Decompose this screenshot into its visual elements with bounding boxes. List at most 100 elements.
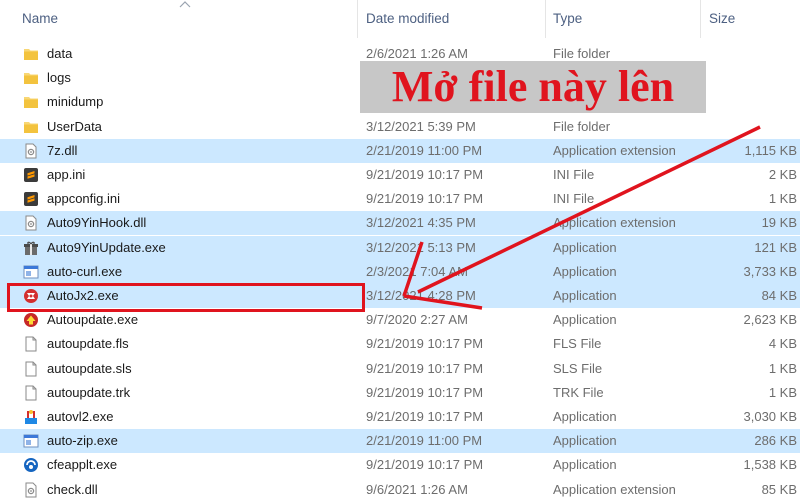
file-size: 2,623 KB bbox=[743, 312, 798, 328]
file-size: 1,538 KB bbox=[743, 457, 798, 473]
column-header-type[interactable]: Type bbox=[553, 0, 582, 38]
file-date-modified: 3/12/2021 5:39 PM bbox=[366, 118, 476, 134]
autovl-icon bbox=[23, 409, 39, 425]
file-size: 286 KB bbox=[754, 433, 797, 449]
file-date-modified: 2/3/2021 7:04 AM bbox=[366, 263, 468, 279]
column-divider[interactable] bbox=[700, 0, 701, 38]
file-type: Application extension bbox=[553, 481, 676, 497]
file-name: 7z.dll bbox=[47, 142, 78, 158]
file-date-modified: 9/21/2019 10:17 PM bbox=[366, 457, 484, 473]
folder-icon bbox=[23, 94, 39, 110]
file-date-modified: 2/21/2019 11:00 PM bbox=[366, 142, 483, 158]
file-name: Auto9YinHook.dll bbox=[47, 215, 147, 231]
file-date-modified: 3/12/2021 4:28 PM bbox=[366, 288, 476, 303]
folder-icon bbox=[23, 119, 39, 135]
column-header-name[interactable]: Name bbox=[22, 0, 58, 38]
column-header-size[interactable]: Size bbox=[709, 0, 735, 38]
file-type: Application bbox=[553, 433, 617, 449]
file-size: 1 KB bbox=[768, 384, 797, 400]
file-size: 3,733 KB bbox=[743, 263, 798, 279]
folder-icon bbox=[23, 46, 39, 62]
file-type: File folder bbox=[553, 118, 611, 134]
file-size: 1 KB bbox=[768, 360, 797, 376]
file-row[interactable]: Auto9YinUpdate.exe 3/12/2021 5:13 PM App… bbox=[0, 235, 800, 260]
file-type: Application bbox=[553, 239, 617, 255]
file-row[interactable]: check.dll 9/6/2021 1:26 AM Application e… bbox=[0, 478, 800, 502]
column-divider[interactable] bbox=[545, 0, 546, 38]
file-row[interactable]: Auto9YinHook.dll 3/12/2021 4:35 PM Appli… bbox=[0, 211, 800, 236]
file-type: INI File bbox=[553, 191, 595, 207]
file-date-modified: 3/12/2021 4:35 PM bbox=[366, 215, 476, 231]
file-name: auto-zip.exe bbox=[47, 433, 118, 449]
file-size: 3,030 KB bbox=[743, 409, 798, 424]
file-name: app.ini bbox=[47, 167, 86, 182]
sublime-icon bbox=[23, 167, 39, 183]
dll-icon bbox=[23, 482, 39, 498]
file-type: Application bbox=[553, 288, 617, 303]
file-type: Application extension bbox=[553, 215, 676, 231]
sublime-icon bbox=[23, 191, 39, 207]
file-date-modified: 9/7/2020 2:27 AM bbox=[366, 312, 468, 328]
file-date-modified: 9/21/2019 10:17 PM bbox=[366, 360, 484, 376]
file-row[interactable]: autoupdate.trk 9/21/2019 10:17 PM TRK Fi… bbox=[0, 381, 800, 405]
file-type: Application bbox=[553, 457, 617, 473]
file-size: 85 KB bbox=[761, 481, 797, 497]
file-row[interactable]: autoupdate.fls 9/21/2019 10:17 PM FLS Fi… bbox=[0, 332, 800, 356]
file-name: minidump bbox=[47, 94, 104, 110]
file-size: 121 KB bbox=[754, 239, 797, 255]
folder-icon bbox=[23, 70, 39, 86]
file-date-modified: 3/12/2021 5:13 PM bbox=[366, 239, 476, 255]
file-row[interactable]: autoupdate.sls 9/21/2019 10:17 PM SLS Fi… bbox=[0, 357, 800, 381]
annotation-label: Mở file này lên bbox=[391, 62, 675, 111]
gift-icon bbox=[23, 240, 39, 256]
blank-file-icon bbox=[23, 385, 39, 401]
sort-ascending-icon[interactable] bbox=[179, 0, 191, 8]
file-type: Application extension bbox=[553, 142, 676, 158]
file-date-modified: 2/21/2019 11:00 PM bbox=[366, 433, 483, 449]
file-size: 1 KB bbox=[768, 191, 797, 207]
file-row[interactable]: 7z.dll 2/21/2019 11:00 PM Application ex… bbox=[0, 138, 800, 163]
file-type: INI File bbox=[553, 167, 595, 182]
file-type: Application bbox=[553, 263, 617, 279]
file-row[interactable]: UserData 3/12/2021 5:39 PM File folder bbox=[0, 115, 800, 139]
file-date-modified: 9/6/2021 1:26 AM bbox=[366, 481, 468, 497]
file-row[interactable]: cfeapplt.exe 9/21/2019 10:17 PM Applicat… bbox=[0, 453, 800, 477]
column-header-bar: Name Date modified Type Size bbox=[0, 0, 800, 38]
file-date-modified: 9/21/2019 10:17 PM bbox=[366, 384, 484, 400]
file-type: FLS File bbox=[553, 336, 602, 352]
file-date-modified: 9/21/2019 10:17 PM bbox=[366, 336, 484, 352]
file-size: 19 KB bbox=[761, 215, 797, 231]
file-type: Application bbox=[553, 312, 617, 328]
file-name: appconfig.ini bbox=[47, 191, 120, 207]
file-name: autovl2.exe bbox=[47, 409, 114, 424]
file-type: Application bbox=[553, 409, 617, 424]
file-date-modified: 9/21/2019 10:17 PM bbox=[366, 409, 484, 424]
file-row[interactable]: app.ini 9/21/2019 10:17 PM INI File 2 KB bbox=[0, 163, 800, 187]
file-name: auto-curl.exe bbox=[47, 263, 123, 279]
file-name: autoupdate.fls bbox=[47, 336, 129, 352]
window-app-icon bbox=[23, 264, 39, 280]
file-size: 84 KB bbox=[761, 288, 797, 303]
file-name: autoupdate.trk bbox=[47, 384, 131, 400]
blank-file-icon bbox=[23, 361, 39, 377]
file-name: check.dll bbox=[47, 481, 98, 497]
blank-file-icon bbox=[23, 336, 39, 352]
file-row[interactable]: autovl2.exe 9/21/2019 10:17 PM Applicati… bbox=[0, 405, 800, 429]
file-name: UserData bbox=[47, 118, 102, 134]
file-size: 1,115 KB bbox=[744, 142, 797, 158]
file-type: SLS File bbox=[553, 360, 603, 376]
file-name: cfeapplt.exe bbox=[47, 457, 118, 473]
file-name: logs bbox=[47, 70, 71, 86]
file-size: 2 KB bbox=[768, 167, 797, 182]
file-row[interactable]: appconfig.ini 9/21/2019 10:17 PM INI Fil… bbox=[0, 187, 800, 211]
autoupdate-icon bbox=[23, 312, 39, 328]
file-row[interactable]: auto-zip.exe 2/21/2019 11:00 PM Applicat… bbox=[0, 429, 800, 454]
file-name: autoupdate.sls bbox=[47, 360, 132, 376]
column-header-date-modified[interactable]: Date modified bbox=[366, 0, 449, 38]
highlight-box bbox=[7, 283, 365, 312]
file-name: Auto9YinUpdate.exe bbox=[47, 239, 166, 255]
file-row[interactable]: auto-curl.exe 2/3/2021 7:04 AM Applicati… bbox=[0, 259, 800, 284]
column-divider[interactable] bbox=[357, 0, 358, 38]
file-date-modified: 9/21/2019 10:17 PM bbox=[366, 191, 484, 207]
file-size: 4 KB bbox=[768, 336, 797, 352]
